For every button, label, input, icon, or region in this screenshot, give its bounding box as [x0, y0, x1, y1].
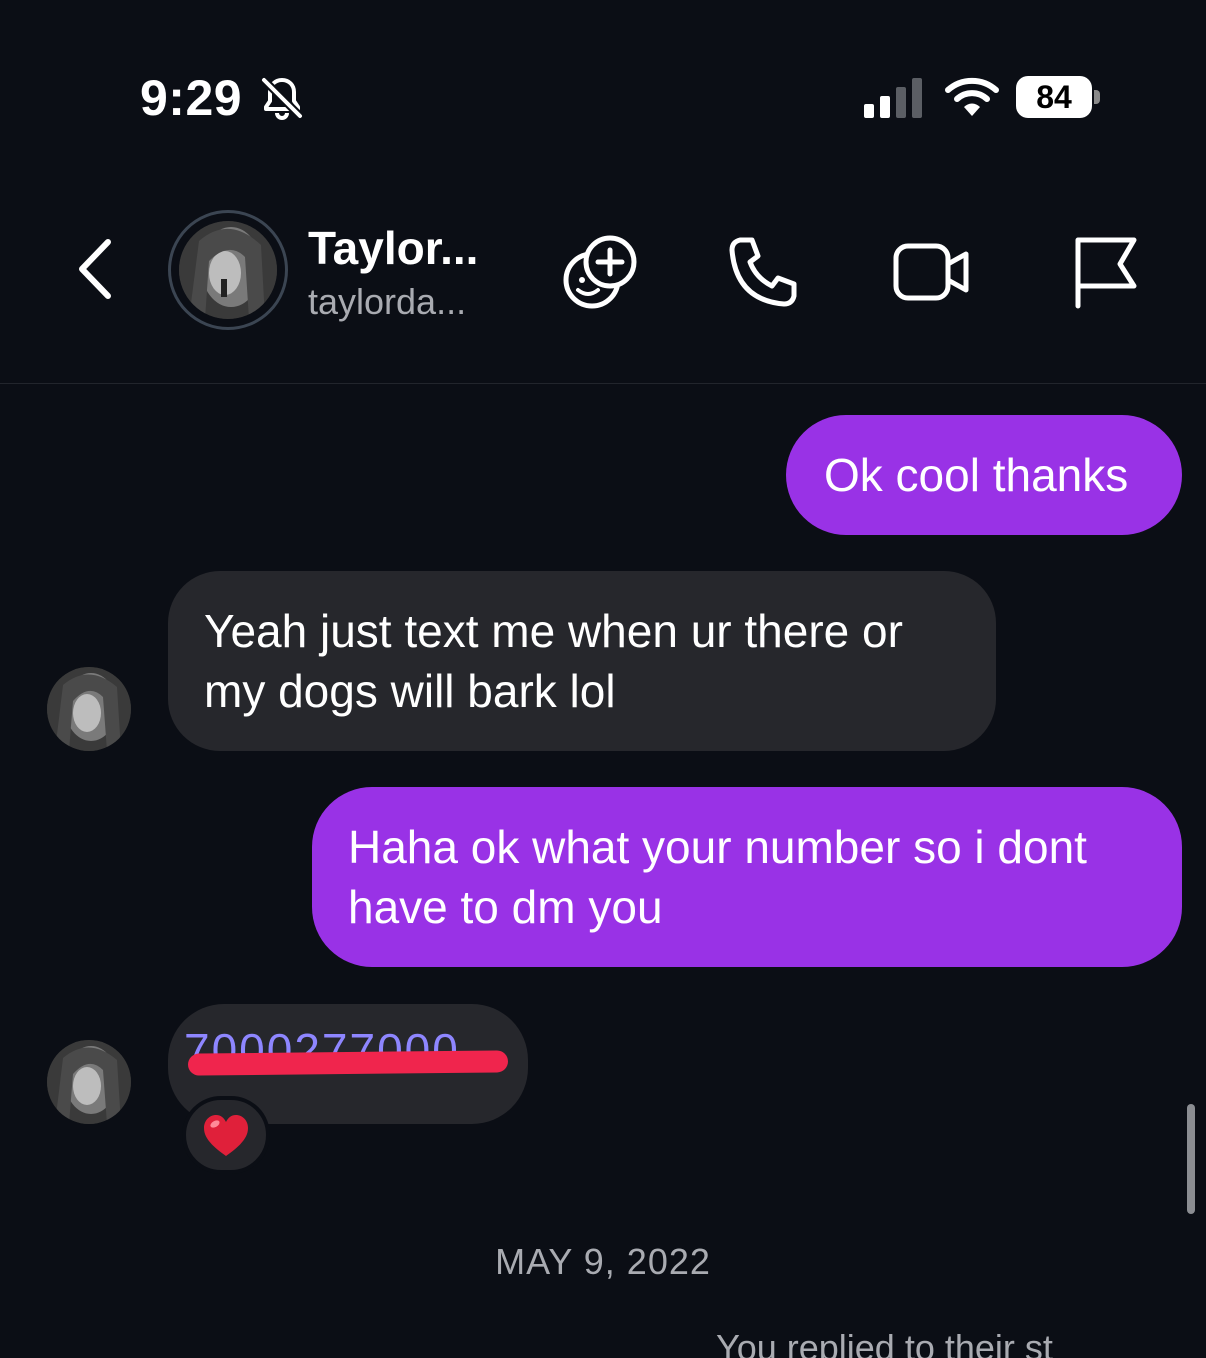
scrollbar[interactable] — [1187, 1104, 1195, 1214]
chat-header: Taylor... taylorda... — [0, 190, 1206, 384]
face-add-icon[interactable] — [558, 230, 642, 314]
contact-username[interactable]: taylorda... — [308, 280, 466, 324]
battery-level: 84 — [1036, 79, 1072, 115]
redaction-mark — [187, 1050, 509, 1076]
date-divider: MAY 9, 2022 — [495, 1241, 711, 1282]
message-outgoing[interactable]: Ok cool thanks — [786, 415, 1182, 535]
sender-avatar[interactable] — [47, 1040, 131, 1124]
battery-icon: 84 — [1016, 76, 1102, 120]
status-bar: 9:29 84 — [0, 0, 1206, 190]
flag-icon[interactable] — [1064, 230, 1148, 314]
message-incoming[interactable]: Yeah just text me when ur there or my do… — [168, 571, 996, 751]
contact-name[interactable]: Taylor... — [308, 220, 478, 276]
message-outgoing[interactable]: Haha ok what your number so i dont have … — [312, 787, 1182, 967]
status-time: 9:29 — [140, 70, 243, 126]
wifi-icon — [945, 77, 999, 116]
message-text-line: Haha ok what your number so i dont — [348, 821, 1087, 873]
phone-icon[interactable] — [722, 230, 806, 314]
heart-icon — [204, 1115, 248, 1156]
battery-nub — [1094, 90, 1100, 104]
bell-slash-icon — [261, 77, 303, 120]
heart-reaction[interactable] — [182, 1096, 270, 1174]
signal-icon — [864, 78, 922, 118]
sender-avatar[interactable] — [47, 667, 131, 751]
story-reply-text: You replied to their st — [716, 1327, 1053, 1358]
avatar-photo — [179, 221, 277, 319]
message-text-line: my dogs will bark lol — [204, 665, 616, 717]
message-text-line: have to dm you — [348, 881, 663, 933]
video-icon[interactable] — [890, 230, 974, 314]
message-text-line: Yeah just text me when ur there or — [204, 605, 903, 657]
story-reply-note: You replied to their st — [716, 1318, 1196, 1358]
message-text: Ok cool thanks — [824, 449, 1129, 501]
contact-avatar[interactable] — [168, 210, 288, 330]
back-chevron-icon[interactable] — [68, 234, 124, 304]
